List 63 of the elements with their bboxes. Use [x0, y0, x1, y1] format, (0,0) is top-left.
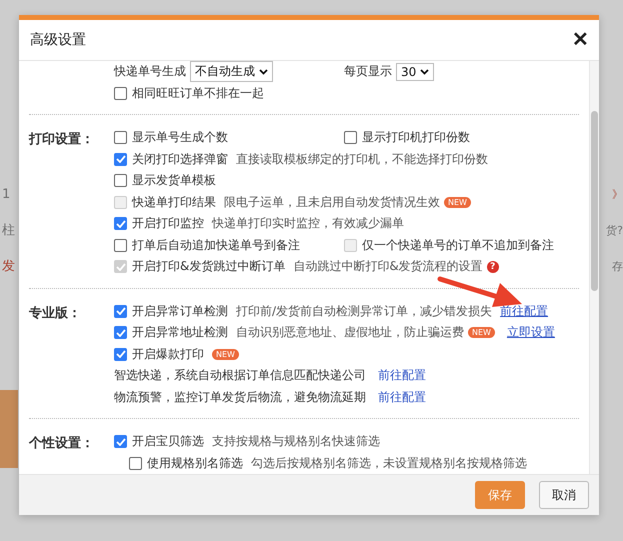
checkbox-label: 开启打印监控 [132, 215, 204, 232]
checkbox[interactable] [114, 86, 127, 100]
hint-text: 限电子运单，且未启用自动发货情况生效 [224, 194, 440, 211]
dialog-title: 高级设置 [30, 31, 86, 49]
checkbox[interactable] [114, 174, 127, 188]
settings-link[interactable]: 前往配置 [378, 388, 426, 406]
cancel-button[interactable]: 取消 [539, 481, 589, 509]
hint-text: 自动识别恶意地址、虚假地址，防止骗运费 [236, 324, 464, 342]
checkbox[interactable] [114, 348, 127, 361]
checkbox-label: 仅一个快递单号的订单不追加到备注 [362, 236, 554, 254]
background-text: 存 [612, 259, 623, 275]
dropdown[interactable]: 不自动生成 [190, 61, 273, 82]
dropdown[interactable]: 30 [396, 62, 434, 81]
hint-text: 直接读取模板绑定的打印机，不能选择打印份数 [236, 150, 488, 168]
checkbox-label: 相同旺旺订单不排在一起 [132, 84, 264, 102]
checkbox-label: 显示发货单模板 [132, 172, 216, 190]
settings-link[interactable]: 前往配置 [378, 367, 426, 384]
checkbox[interactable] [129, 456, 142, 470]
checkbox-label: 显示单号生成个数 [132, 129, 228, 146]
field-label: 每页显示 [344, 63, 392, 80]
feature-text: 智选快递，系统自动根据订单信息匹配快递公司 [114, 367, 366, 384]
close-button[interactable]: ✕ [572, 29, 589, 51]
feature-text: 物流预警，监控订单发货后物流，避免物流延期 [114, 388, 366, 406]
background-text: 1 [2, 186, 12, 204]
caret-icon [259, 68, 268, 75]
checkbox-label: 开启异常地址检测 [132, 324, 228, 342]
hint-text: 勾选后按规格别名筛选，未设置规格别名按规格筛选 [251, 454, 527, 472]
new-badge: NEW [468, 327, 495, 338]
background-text: 柱 [2, 222, 16, 240]
settings-link[interactable]: 前往配置 [500, 302, 548, 320]
checkbox-label: 开启爆款打印 [132, 346, 204, 363]
scrollbar[interactable] [589, 61, 599, 474]
checkbox-label: 打单后自动追加快递单号到备注 [132, 236, 300, 254]
checkbox[interactable] [114, 217, 127, 230]
checkbox-label: 开启打印&发货跳过中断订单 [132, 258, 286, 276]
caret-icon [420, 68, 430, 75]
checkbox[interactable] [114, 131, 127, 144]
background-text: 货? [606, 223, 623, 239]
background-text: 》 [612, 187, 623, 203]
checkbox-label: 开启异常订单检测 [132, 302, 228, 320]
checkbox-label: 显示打印机打印份数 [362, 129, 470, 146]
section-label: 个性设置： [29, 436, 94, 451]
settings-link[interactable]: 立即设置 [506, 324, 555, 342]
background-text: 发 [2, 258, 16, 276]
hint-text: 支持按规格与规格别名快速筛选 [212, 433, 380, 450]
checkbox-label: 使用规格别名筛选 [147, 454, 243, 472]
checkbox[interactable] [114, 435, 127, 448]
hint-text: 快递单打印实时监控，有效减少漏单 [212, 215, 404, 232]
section-label: 专业版： [29, 306, 81, 320]
hint-text: 自动跳过中断打印&发货流程的设置 [293, 258, 483, 276]
checkbox-label: 开启宝贝筛选 [132, 433, 204, 450]
checkbox-label: 关闭打印选择弹窗 [132, 150, 228, 168]
hint-text: 打印前/发货前自动检测异常订单，减少错发损失 [236, 302, 492, 320]
new-badge: NEW [444, 196, 471, 208]
checkbox[interactable] [114, 238, 127, 252]
section-label: 打印设置： [29, 132, 94, 147]
new-badge: NEW [212, 348, 239, 360]
checkbox[interactable] [114, 152, 127, 166]
checkbox[interactable] [114, 326, 127, 340]
checkbox-label: 快递单打印结果 [132, 194, 216, 211]
checkbox[interactable] [114, 304, 127, 318]
field-label: 快递单号生成 [114, 63, 186, 80]
checkbox[interactable] [344, 131, 357, 144]
